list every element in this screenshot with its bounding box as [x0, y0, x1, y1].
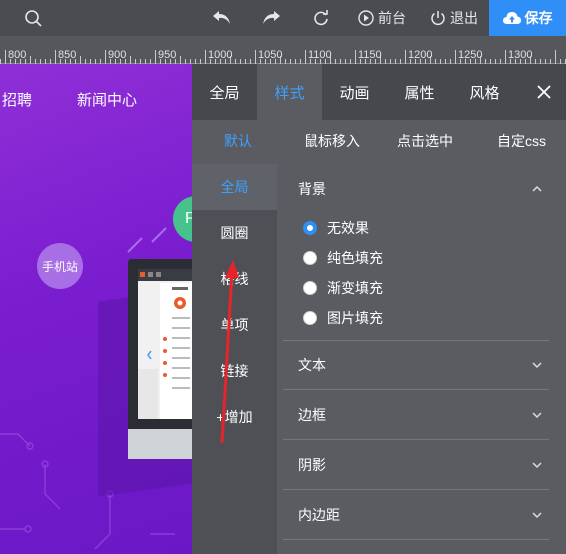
- canvas-preview[interactable]: 招聘 新闻中心 手机站 P: [0, 64, 192, 554]
- ruler-tick-label: 1050: [258, 49, 282, 61]
- state-default[interactable]: 默认: [224, 120, 252, 162]
- cloud-upload-icon: [502, 12, 521, 24]
- style-editor-panel: 全局 样式 动画 属性 风格 默认 鼠标移入 点击选中 自定css 全局 圆圈 …: [192, 64, 566, 554]
- logout-label: 退出: [450, 10, 478, 26]
- monitor-screen: [138, 269, 192, 419]
- state-hover[interactable]: 鼠标移入: [304, 120, 360, 162]
- screen-mockup-image: [138, 269, 192, 419]
- frontend-button[interactable]: 前台: [358, 0, 406, 36]
- close-panel-button[interactable]: [522, 64, 566, 120]
- ruler-tick-label: 1300: [508, 49, 532, 61]
- nav-news-center[interactable]: 新闻中心: [77, 89, 137, 110]
- section-padding[interactable]: 内边距: [283, 490, 549, 540]
- chevron-down-icon: [532, 411, 542, 418]
- refresh-icon[interactable]: [313, 0, 329, 36]
- logout-button[interactable]: 退出: [430, 0, 478, 36]
- zoom-icon[interactable]: [24, 0, 42, 36]
- tab-properties[interactable]: 属性: [387, 64, 452, 120]
- section-border-label: 边框: [298, 406, 326, 423]
- chevron-up-icon: [532, 185, 542, 192]
- radio-no-effect[interactable]: 无效果: [303, 214, 369, 242]
- side-item-add[interactable]: +增加: [192, 394, 277, 440]
- ruler-tick-label: 1250: [458, 49, 482, 61]
- side-item-single[interactable]: 单项: [192, 302, 277, 348]
- undo-icon[interactable]: [212, 0, 232, 36]
- play-icon: [358, 10, 374, 26]
- tab-animation[interactable]: 动画: [322, 64, 387, 120]
- radio-button[interactable]: [303, 311, 317, 325]
- save-label: 保存: [524, 10, 553, 26]
- state-custom-css[interactable]: 自定css: [497, 120, 546, 162]
- section-padding-label: 内边距: [298, 506, 340, 523]
- section-shadow[interactable]: 阴影: [283, 440, 549, 490]
- ruler-tick-label: 900: [108, 49, 126, 61]
- state-tabs: 默认 鼠标移入 点击选中 自定css: [192, 120, 566, 162]
- ruler-tick-label: 1000: [208, 49, 232, 61]
- radio-gradient-fill[interactable]: 渐变填充: [303, 274, 383, 302]
- radio-label: 无效果: [327, 220, 369, 236]
- style-content: 背景 无效果 纯色填充 渐变填充 图片填充 文本 边框 阴影 内边距: [277, 164, 566, 554]
- radio-label: 渐变填充: [327, 280, 383, 296]
- redo-icon[interactable]: [261, 0, 281, 36]
- radio-label: 图片填充: [327, 310, 383, 326]
- ruler-tick-label: 950: [158, 49, 176, 61]
- chevron-down-icon: [532, 461, 542, 468]
- ruler-tick-label: 800: [8, 49, 26, 61]
- tab-style[interactable]: 样式: [257, 64, 322, 120]
- state-click-selected[interactable]: 点击选中: [397, 120, 453, 162]
- radio-button[interactable]: [303, 221, 317, 235]
- radio-button[interactable]: [303, 281, 317, 295]
- section-background-label: 背景: [298, 181, 326, 197]
- ruler-tick-label: 1150: [358, 49, 382, 61]
- side-item-circle[interactable]: 圆圈: [192, 210, 277, 256]
- radio-button[interactable]: [303, 251, 317, 265]
- radio-solid-fill[interactable]: 纯色填充: [303, 244, 383, 272]
- monitor-base: [128, 429, 192, 459]
- section-text[interactable]: 文本: [283, 340, 549, 390]
- monitor-illustration: [128, 259, 192, 459]
- section-background[interactable]: 背景: [283, 164, 549, 214]
- tab-global[interactable]: 全局: [192, 64, 257, 120]
- side-item-global[interactable]: 全局: [192, 164, 277, 210]
- radio-image-fill[interactable]: 图片填充: [303, 304, 383, 332]
- horizontal-ruler: 800 850 900 950 1000 1050 1100 1150 1200 1250 1300: [0, 36, 566, 64]
- mobile-site-circle[interactable]: 手机站: [37, 243, 83, 289]
- ruler-tick-label: 1100: [308, 49, 332, 61]
- chevron-down-icon: [532, 362, 542, 369]
- section-border[interactable]: 边框: [283, 390, 549, 440]
- power-icon: [431, 11, 445, 26]
- ruler-tick-label: 850: [58, 49, 76, 61]
- chevron-down-icon: [532, 511, 542, 518]
- tab-theme[interactable]: 风格: [452, 64, 517, 120]
- top-toolbar: 前台 退出 保存: [0, 0, 566, 36]
- frontend-label: 前台: [378, 10, 406, 26]
- ruler-ticks: 800 850 900 950 1000 1050 1100 1150 1200 1250 1300: [0, 49, 566, 64]
- side-item-grid-line[interactable]: 格线: [192, 256, 277, 302]
- nav-recruit[interactable]: 招聘: [2, 89, 32, 110]
- radio-label: 纯色填充: [327, 250, 383, 266]
- panel-tabs: 全局 样式 动画 属性 风格: [192, 64, 566, 120]
- section-shadow-label: 阴影: [298, 456, 326, 473]
- ruler-tick-label: 1200: [408, 49, 432, 61]
- section-text-label: 文本: [298, 357, 326, 373]
- side-item-link[interactable]: 链接: [192, 348, 277, 394]
- save-button[interactable]: 保存: [489, 0, 566, 36]
- close-icon: [537, 85, 551, 99]
- element-side-nav: 全局 圆圈 格线 单项 链接 +增加: [192, 164, 277, 554]
